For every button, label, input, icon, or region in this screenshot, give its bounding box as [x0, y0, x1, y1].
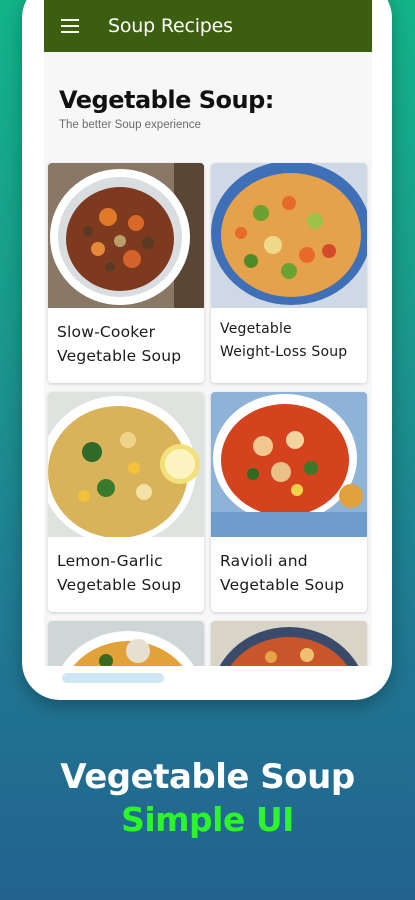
recipe-card[interactable]: Vegetable Weight-Loss Soup: [211, 163, 367, 383]
recipe-title: Vegetable Weight-Loss Soup: [220, 321, 348, 360]
promo-title: Vegetable Soup: [60, 757, 355, 797]
scroll-indicator: [62, 673, 164, 683]
recipe-card[interactable]: [211, 621, 367, 666]
promo-subtitle: Simple UI: [121, 800, 294, 839]
recipe-title: Slow-Cooker Vegetable Soup: [57, 323, 182, 365]
page-subheading: The better Soup experience: [59, 119, 201, 131]
recipe-card[interactable]: Ravioli and Vegetable Soup: [211, 392, 367, 612]
hamburger-menu-icon[interactable]: [61, 19, 79, 33]
recipe-image: [48, 163, 204, 308]
app-title: Soup Recipes: [108, 15, 233, 37]
app-screen: Soup Recipes Vegetable Soup: The better …: [44, 0, 372, 666]
recipe-image: [211, 163, 367, 308]
recipe-card[interactable]: [48, 621, 204, 666]
recipe-card[interactable]: Slow-Cooker Vegetable Soup: [48, 163, 204, 383]
recipe-card[interactable]: Lemon-Garlic Vegetable Soup: [48, 392, 204, 612]
recipe-title: Ravioli and Vegetable Soup: [220, 552, 345, 594]
recipe-image: [211, 392, 367, 537]
recipe-image: [48, 621, 204, 666]
app-bar: Soup Recipes: [44, 0, 372, 52]
recipe-title: Lemon-Garlic Vegetable Soup: [57, 552, 182, 594]
page-heading: Vegetable Soup:: [59, 86, 274, 114]
recipe-image: [48, 392, 204, 537]
recipe-image: [211, 621, 367, 666]
